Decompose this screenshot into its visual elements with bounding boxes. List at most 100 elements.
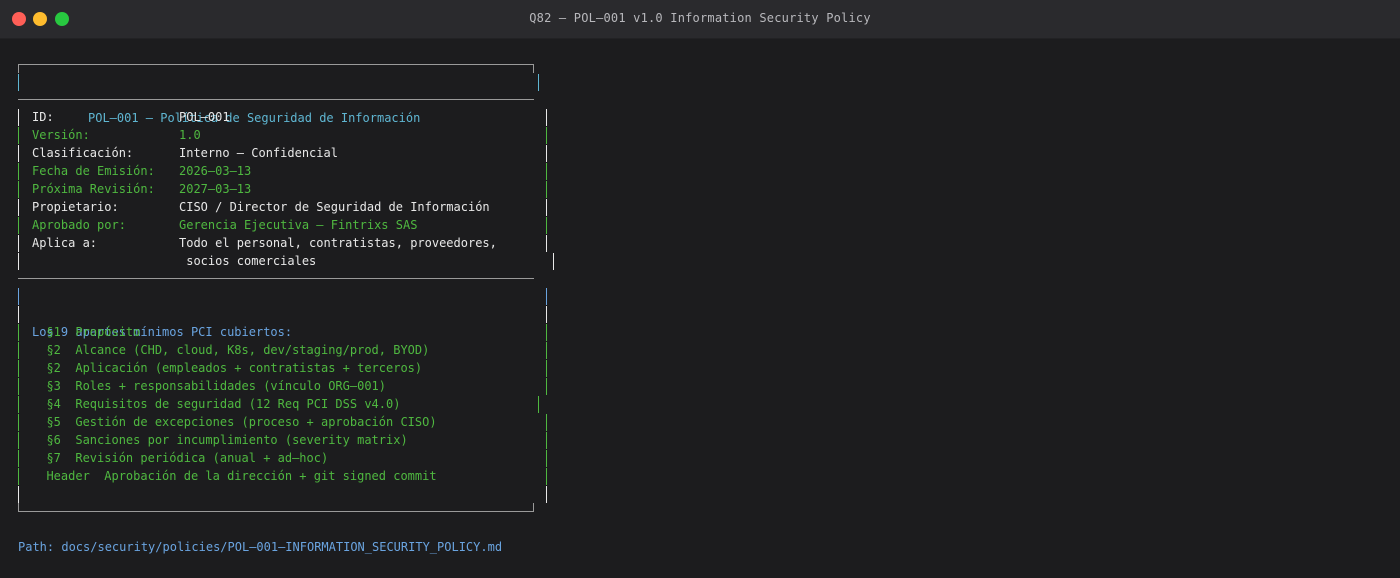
section-item: §1 Propósito <box>18 323 547 341</box>
box-right-border <box>546 163 547 180</box>
box-left-border <box>18 74 19 91</box>
policy-field-row: socios comerciales <box>18 252 554 270</box>
box-left-border <box>18 253 19 270</box>
blank-row <box>18 305 547 323</box>
section-item: §5 Gestión de excepciones (proceso + apr… <box>18 413 547 431</box>
box-left-border <box>18 145 19 162</box>
box-right-border <box>546 432 547 449</box>
box-right-border <box>546 378 547 395</box>
box-left-border <box>18 396 19 413</box>
section-item: §2 Aplicación (empleados + contratistas … <box>18 359 547 377</box>
policy-field-key: Aprobado por: <box>32 218 126 232</box>
section-item-label: Header Aprobación de la dirección + git … <box>32 469 437 483</box>
section-item: §3 Roles + responsabilidades (vínculo OR… <box>18 377 547 395</box>
box-left-border <box>18 288 19 305</box>
box-right-border <box>546 486 547 503</box>
policy-field-row: ID: POL–001 <box>18 108 547 126</box>
section-item-label: §4 Requisitos de seguridad (12 Req PCI D… <box>32 397 401 411</box>
policy-field-row: Clasificación: Interno — Confidencial <box>18 144 547 162</box>
policy-field-row: Fecha de Emisión: 2026–03–13 <box>18 162 547 180</box>
policy-field-value: 2027–03–13 <box>179 182 252 196</box>
policy-field-key: Propietario: <box>32 200 119 214</box>
policy-field-key: Aplica a: <box>32 236 98 250</box>
policy-field-value: POL–001 <box>179 110 230 124</box>
section-item: §6 Sanciones por incumplimiento (severit… <box>18 431 547 449</box>
policy-field-key: Clasificación: <box>32 146 134 160</box>
section-item-label: §5 Gestión de excepciones (proceso + apr… <box>32 415 437 429</box>
box-right-border <box>553 253 554 270</box>
blank-row <box>18 485 547 503</box>
box-left-border <box>18 360 19 377</box>
section-item-label: §2 Alcance (CHD, cloud, K8s, dev/staging… <box>32 343 430 357</box>
section-item: §7 Revisión periódica (anual + ad–hoc) <box>18 449 547 467</box>
box-right-border <box>538 396 539 413</box>
box-right-border <box>538 74 539 91</box>
terminal-output: POL–001 — Política de Seguridad de Infor… <box>18 56 554 512</box>
box-border-top <box>18 64 534 73</box>
box-left-border <box>18 109 19 126</box>
policy-field-value: Gerencia Ejecutiva — Fintrixs SAS <box>179 218 418 232</box>
section-item-label: §7 Revisión periódica (anual + ad–hoc) <box>32 451 329 465</box>
box-header-row: POL–001 — Política de Seguridad de Infor… <box>18 73 539 125</box>
box-left-border <box>18 450 19 467</box>
box-right-border <box>546 235 547 252</box>
box-right-border <box>546 324 547 341</box>
sections-list: §1 Propósito §2 Alcance (CHD, cloud, K8s… <box>18 323 547 485</box>
box-left-border <box>18 235 19 252</box>
window-title: Q82 — POL–001 v1.0 Information Security … <box>529 11 871 25</box>
box-left-border <box>18 468 19 485</box>
box-left-border <box>18 414 19 431</box>
box-right-border <box>546 145 547 162</box>
section-item-label: §2 Aplicación (empleados + contratistas … <box>32 361 423 375</box>
section-item: §2 Alcance (CHD, cloud, K8s, dev/staging… <box>18 341 547 359</box>
policy-field-value: 2026–03–13 <box>179 164 252 178</box>
policy-field-value: CISO / Director de Seguridad de Informac… <box>179 200 490 214</box>
box-right-border <box>546 288 547 305</box>
terminal-window: Q82 — POL–001 v1.0 Information Security … <box>0 0 1400 578</box>
policy-fields: ID: POL–001 Versión: 1.0 Clasificación: Inter… <box>18 108 554 270</box>
policy-field-key: Versión: <box>32 128 90 142</box>
box-right-border <box>546 450 547 467</box>
box-right-border <box>546 468 547 485</box>
policy-field-value: socios comerciales <box>179 254 317 268</box>
box-left-border <box>18 324 19 341</box>
policy-field-key: Fecha de Emisión: <box>32 164 155 178</box>
policy-field-row: Aplica a: Todo el personal, contratistas,… <box>18 234 547 252</box>
box-divider <box>18 278 534 279</box>
box-right-border <box>546 181 547 198</box>
box-left-border <box>18 163 19 180</box>
policy-field-value: 1.0 <box>179 128 201 142</box>
policy-field-row: Aprobado por: Gerencia Ejecutiva — Fintri… <box>18 216 547 234</box>
policy-field-row: Versión: 1.0 <box>18 126 547 144</box>
box-right-border <box>546 109 547 126</box>
box-left-border <box>18 181 19 198</box>
box-left-border <box>18 378 19 395</box>
section-item: Header Aprobación de la dirección + git … <box>18 467 547 485</box>
box-right-border <box>546 306 547 323</box>
box-left-border <box>18 342 19 359</box>
box-left-border <box>18 306 19 323</box>
box-right-border <box>546 342 547 359</box>
section-item-label: §1 Propósito <box>32 325 141 339</box>
section-item-label: §3 Roles + responsabilidades (vínculo OR… <box>32 379 387 393</box>
section-item-label: §6 Sanciones por incumplimiento (severit… <box>32 433 408 447</box>
box-right-border <box>546 360 547 377</box>
box-right-border <box>546 199 547 216</box>
policy-field-value: Todo el personal, contratistas, proveedo… <box>179 236 497 250</box>
box-left-border <box>18 127 19 144</box>
box-left-border <box>18 432 19 449</box>
box-left-border <box>18 217 19 234</box>
policy-field-row: Próxima Revisión: 2027–03–13 <box>18 180 547 198</box>
box-right-border <box>546 414 547 431</box>
box-right-border <box>546 127 547 144</box>
policy-field-key: ID: <box>32 110 54 124</box>
box-right-border <box>546 217 547 234</box>
policy-field-row: Propietario: CISO / Director de Seguridad… <box>18 198 547 216</box>
box-left-border <box>18 486 19 503</box>
title-bar: Q82 — POL–001 v1.0 Information Security … <box>0 0 1400 39</box>
sections-title-row: Los 9 apartes mínimos PCI cubiertos: <box>18 287 547 339</box>
box-left-border <box>18 199 19 216</box>
file-path: Path: docs/security/policies/POL–001–INF… <box>18 540 503 554</box>
policy-field-key: Próxima Revisión: <box>32 182 155 196</box>
box-divider <box>18 99 534 100</box>
